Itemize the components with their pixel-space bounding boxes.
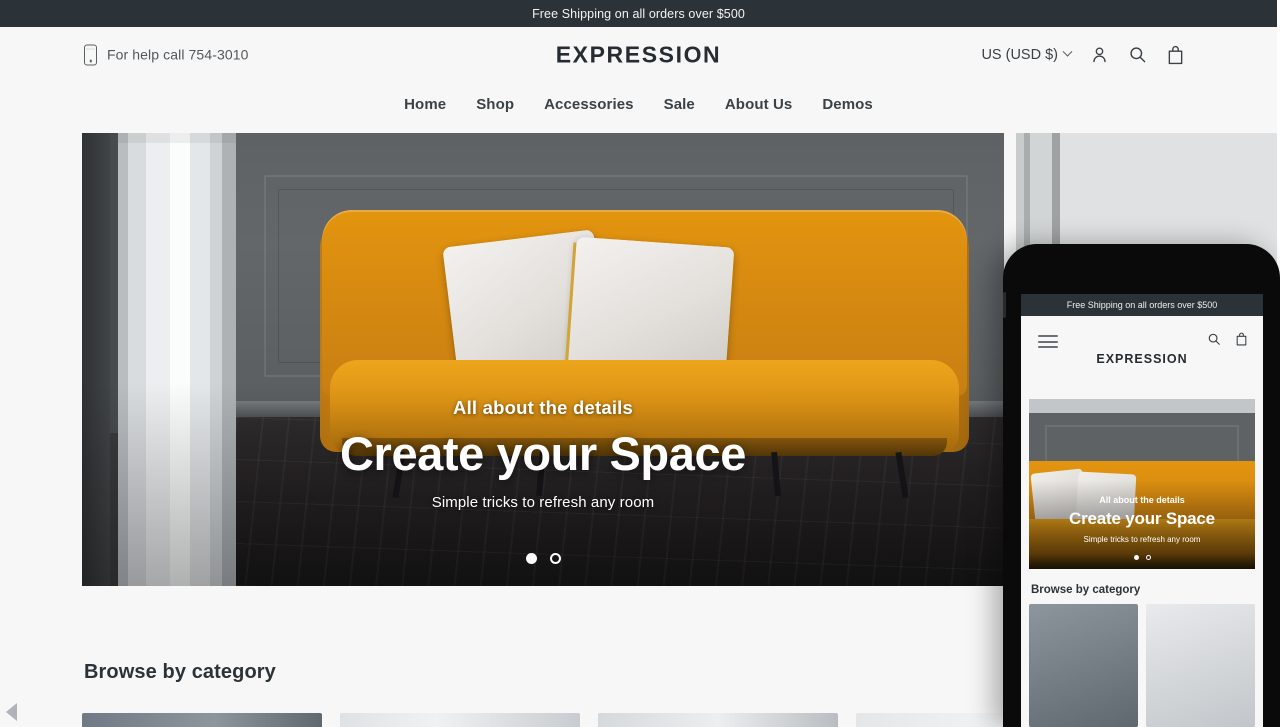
mobile-header-actions [1207, 332, 1248, 346]
help-phone-text: For help call 754-3010 [107, 46, 249, 63]
cart-icon[interactable] [1235, 332, 1248, 346]
mobile-device-preview: Free Shipping on all orders over $500 EX… [1003, 244, 1280, 727]
currency-selector[interactable]: US (USD $) [981, 46, 1073, 63]
mobile-header: EXPRESSION [1021, 316, 1263, 381]
category-card-strip [82, 713, 1096, 727]
category-card[interactable] [340, 713, 580, 727]
mobile-browse-by-category-title: Browse by category [1031, 584, 1141, 596]
hero-carousel-dots [82, 553, 1004, 564]
account-icon[interactable] [1090, 45, 1109, 64]
hero-copy-block: All about the details Create your Space … [82, 397, 1004, 511]
mobile-hero-carousel-dots [1029, 555, 1255, 560]
nav-item-shop[interactable]: Shop [476, 96, 514, 113]
screenshot-root: Free Shipping on all orders over $500 Fo… [0, 0, 1280, 727]
announcement-bar: Free Shipping on all orders over $500 [0, 0, 1277, 27]
mobile-hero-dot-1[interactable] [1133, 555, 1139, 560]
mobile-category-card-strip [1029, 604, 1255, 727]
mobile-brand-logo[interactable]: EXPRESSION [1021, 352, 1263, 366]
site-header: For help call 754-3010 EXPRESSION US (US… [0, 27, 1277, 82]
mobile-announcement-bar: Free Shipping on all orders over $500 [1021, 294, 1263, 316]
currency-label: US (USD $) [981, 46, 1058, 63]
nav-item-demos[interactable]: Demos [822, 96, 873, 113]
hero-eyebrow: All about the details [453, 397, 633, 418]
category-card[interactable] [1029, 604, 1138, 727]
nav-item-about-us[interactable]: About Us [725, 96, 792, 113]
mobile-announcement-text: Free Shipping on all orders over $500 [1066, 300, 1218, 310]
header-actions: US (USD $) [981, 45, 1185, 65]
mobile-hero-eyebrow: All about the details [1099, 495, 1185, 505]
device-side-button [1003, 292, 1006, 318]
search-icon[interactable] [1207, 332, 1221, 346]
mobile-hero-dot-2[interactable] [1145, 555, 1151, 560]
mobile-screen: Free Shipping on all orders over $500 EX… [1021, 294, 1263, 727]
category-card[interactable] [598, 713, 838, 727]
category-card[interactable] [82, 713, 322, 727]
mobile-hero-carousel[interactable]: All about the details Create your Space … [1029, 399, 1255, 569]
hero-overlay-gradient [82, 133, 1004, 586]
chevron-down-icon [1062, 46, 1073, 57]
main-navigation: Home Shop Accessories Sale About Us Demo… [0, 82, 1277, 126]
browse-by-category-title: Browse by category [84, 661, 276, 683]
help-phone-block[interactable]: For help call 754-3010 [84, 44, 249, 65]
mobile-hero-copy-block: All about the details Create your Space … [1029, 495, 1255, 544]
hero-subtitle: Simple tricks to refresh any room [431, 494, 655, 512]
cart-icon[interactable] [1166, 45, 1185, 65]
hero-slide-active[interactable]: All about the details Create your Space … [82, 133, 1004, 586]
nav-item-accessories[interactable]: Accessories [544, 96, 634, 113]
phone-icon [84, 44, 97, 65]
nav-item-sale[interactable]: Sale [664, 96, 695, 113]
category-card[interactable] [1146, 604, 1255, 727]
announcement-text: Free Shipping on all orders over $500 [532, 6, 745, 21]
hero-title: Create your Space [340, 427, 746, 480]
mobile-hero-subtitle: Simple tricks to refresh any room [1083, 535, 1201, 544]
mobile-hero-title: Create your Space [1069, 509, 1215, 528]
hamburger-menu-icon[interactable] [1038, 335, 1058, 348]
hero-dot-1[interactable] [525, 553, 537, 564]
nav-item-home[interactable]: Home [404, 96, 446, 113]
scroll-left-arrow-icon[interactable] [6, 703, 17, 721]
search-icon[interactable] [1128, 45, 1147, 64]
brand-logo[interactable]: EXPRESSION [556, 41, 722, 68]
hero-dot-2[interactable] [549, 553, 561, 564]
